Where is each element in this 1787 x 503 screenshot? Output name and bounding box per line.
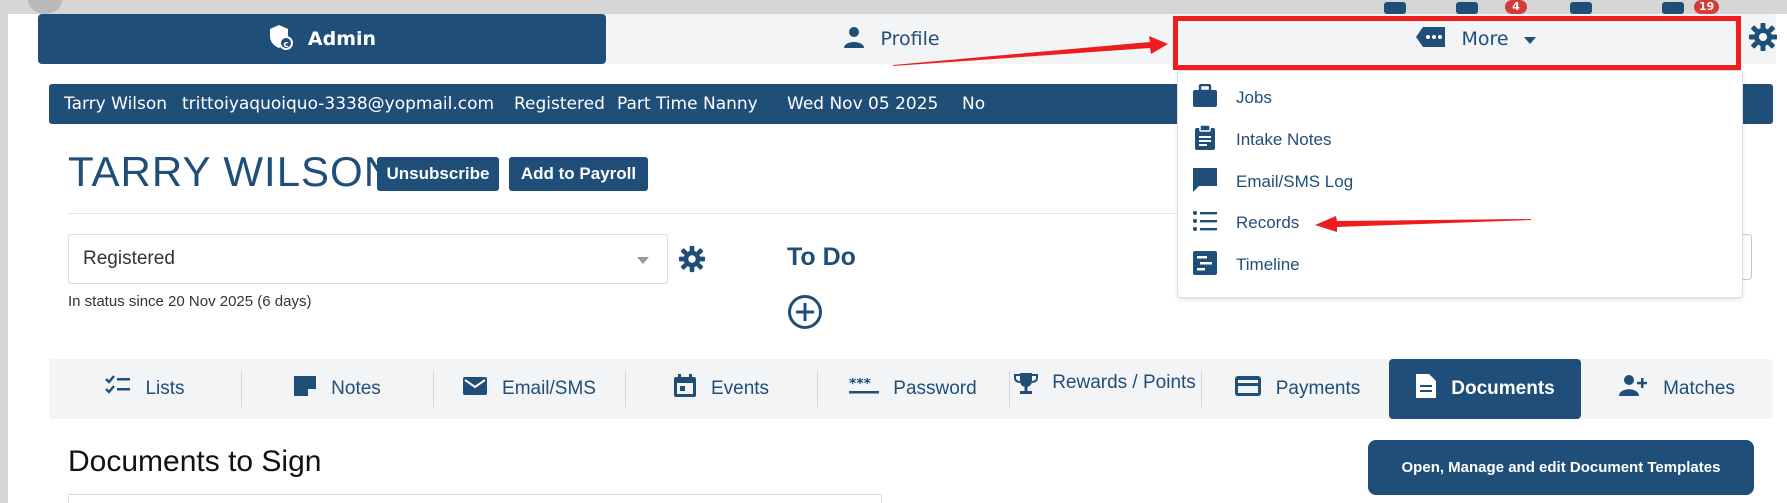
unsubscribe-button[interactable]: Unsubscribe — [377, 157, 499, 191]
password-icon: *** — [849, 376, 880, 400]
tab-profile[interactable]: Profile — [606, 14, 1176, 64]
menu-item-jobs[interactable]: Jobs — [1178, 78, 1744, 118]
envelope-icon — [462, 376, 488, 402]
svg-text:c: c — [283, 40, 288, 50]
tab-events-label: Events — [710, 378, 770, 399]
document-icon — [1415, 373, 1437, 405]
tab-payments[interactable]: Payments — [1201, 359, 1393, 419]
annotation-highlight-box — [1173, 16, 1741, 70]
tab-email-sms[interactable]: Email/SMS — [433, 359, 625, 419]
messages-nav-icon[interactable] — [1456, 2, 1478, 14]
documents-heading: Documents to Sign — [68, 445, 322, 478]
tab-rewards-points[interactable]: Rewards / Points — [1009, 359, 1201, 419]
tab-admin-label: Admin — [307, 28, 377, 50]
info-date: Wed Nov 05 2025 — [787, 94, 939, 114]
info-name: Tarry Wilson — [64, 94, 168, 114]
users-nav-icon[interactable] — [1662, 2, 1684, 14]
list-icon — [1192, 210, 1218, 237]
document-templates-button[interactable]: Open, Manage and edit Document Templates — [1368, 440, 1754, 495]
menu-item-records[interactable]: Records — [1178, 203, 1744, 243]
team-nav-icon[interactable] — [1570, 2, 1592, 14]
todo-heading: To Do — [787, 243, 856, 271]
menu-item-timeline-label: Timeline — [1236, 255, 1300, 274]
tab-password[interactable]: *** Password — [817, 359, 1009, 419]
page-title: TARRY WILSON — [68, 148, 396, 195]
browser-left-strip — [0, 0, 8, 503]
tab-admin[interactable]: c Admin — [38, 14, 606, 64]
calendar-icon — [673, 374, 697, 404]
status-gear-icon[interactable] — [678, 245, 706, 277]
tab-payments-label: Payments — [1275, 378, 1361, 399]
status-selected-value: Registered — [83, 248, 175, 269]
trophy-icon — [1014, 372, 1039, 402]
add-todo-icon[interactable] — [787, 294, 823, 334]
status-select[interactable]: Registered — [68, 234, 668, 284]
checklist-icon — [105, 375, 131, 403]
documents-list-box — [68, 494, 882, 503]
add-to-payroll-button[interactable]: Add to Payroll — [509, 157, 648, 191]
menu-item-email-sms-log[interactable]: Email/SMS Log — [1178, 162, 1744, 202]
users-badge: 19 — [1694, 0, 1720, 14]
user-add-icon — [1619, 374, 1649, 404]
messages-badge: 4 — [1505, 0, 1527, 14]
briefcase-icon — [1192, 83, 1218, 113]
info-role: Part Time Nanny — [617, 94, 758, 114]
credit-card-icon — [1234, 375, 1262, 403]
menu-item-intake-notes-label: Intake Notes — [1236, 130, 1332, 149]
chat-icon — [1192, 167, 1218, 198]
info-status: Registered — [514, 94, 605, 114]
tab-password-label: Password — [893, 378, 977, 399]
select-caret-icon — [637, 257, 649, 264]
user-icon — [842, 25, 866, 54]
menu-item-email-sms-log-label: Email/SMS Log — [1236, 172, 1354, 191]
more-dropdown-menu: Jobs Intake Notes Email/SMS Log Records … — [1177, 70, 1743, 298]
tab-matches[interactable]: Matches — [1581, 359, 1773, 419]
section-tab-bar: Lists Notes Email/SMS Events *** Passwor… — [49, 359, 1773, 419]
menu-item-timeline[interactable]: Timeline — [1178, 245, 1744, 285]
admin-shield-icon: c — [268, 24, 294, 55]
tab-email-sms-label: Email/SMS — [502, 378, 596, 399]
tab-documents-label: Documents — [1451, 378, 1555, 399]
note-icon — [293, 375, 317, 403]
header-divider — [68, 213, 1223, 214]
tab-rewards-points-label: Rewards / Points — [1052, 372, 1196, 393]
tab-notes-label: Notes — [331, 378, 381, 399]
tab-notes[interactable]: Notes — [241, 359, 433, 419]
menu-item-records-label: Records — [1236, 213, 1300, 232]
tab-documents[interactable]: Documents — [1389, 359, 1581, 419]
clipboard-icon — [1192, 123, 1218, 156]
status-since-text: In status since 20 Nov 2025 (6 days) — [68, 293, 312, 310]
tab-events[interactable]: Events — [625, 359, 817, 419]
timeline-icon — [1192, 250, 1218, 281]
tab-lists-label: Lists — [145, 378, 185, 399]
svg-text:***: *** — [849, 378, 872, 392]
menu-item-jobs-label: Jobs — [1236, 88, 1272, 107]
info-email: trittoiyaquoiquo-3338@yopmail.com — [182, 94, 495, 114]
settings-gear-icon[interactable] — [1748, 22, 1778, 56]
info-flag: No — [962, 94, 986, 114]
calendar-nav-icon[interactable] — [1384, 2, 1406, 14]
tab-matches-label: Matches — [1663, 378, 1735, 399]
tab-lists[interactable]: Lists — [49, 359, 241, 419]
menu-item-intake-notes[interactable]: Intake Notes — [1178, 120, 1744, 160]
tab-profile-label: Profile — [880, 28, 940, 50]
